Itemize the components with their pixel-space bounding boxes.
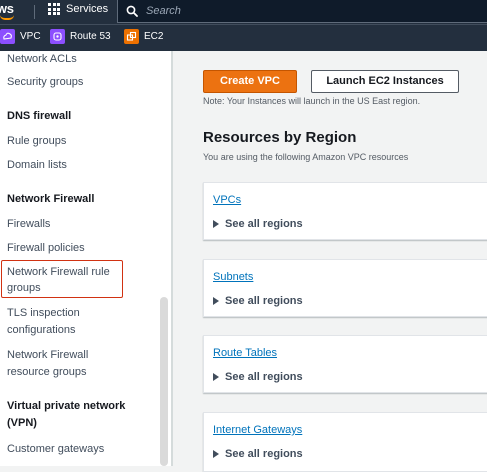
sidebar-section-vpn: Virtual private network (VPN) xyxy=(7,400,126,429)
sidebar-section-dns-firewall: DNS firewall xyxy=(7,110,72,122)
caret-right-icon xyxy=(213,450,219,458)
sidebar-section-network-firewall: Network Firewall xyxy=(7,193,95,205)
ec2-icon xyxy=(124,29,139,44)
favorite-label: VPC xyxy=(20,31,41,42)
search-input[interactable] xyxy=(146,5,446,17)
favorite-route53[interactable]: Route 53 xyxy=(50,29,111,44)
favorites-bar: VPC Route 53 EC2 xyxy=(0,24,487,51)
route-tables-link[interactable]: Route Tables xyxy=(213,347,277,359)
sidebar-item-tls-inspection-configurations[interactable]: TLS inspection configurations xyxy=(7,305,127,339)
aws-logo[interactable]: aws xyxy=(0,1,14,20)
see-all-regions-label: See all regions xyxy=(225,371,303,383)
services-menu-button[interactable]: Services xyxy=(48,3,108,15)
internet-gateways-link[interactable]: Internet Gateways xyxy=(213,424,302,436)
favorite-label: Route 53 xyxy=(70,31,111,42)
resource-card-subnets: Subnets See all regions xyxy=(203,259,487,317)
favorite-ec2[interactable]: EC2 xyxy=(124,29,163,44)
vpc-sidebar-navigation: Network ACLs Security groups DNS firewal… xyxy=(0,51,172,466)
see-all-regions-toggle[interactable]: See all regions xyxy=(213,218,303,230)
sidebar-item-security-groups[interactable]: Security groups xyxy=(7,74,83,91)
sidebar-item-network-acls[interactable]: Network ACLs xyxy=(7,51,77,68)
search-icon xyxy=(126,5,138,17)
caret-right-icon xyxy=(213,297,219,305)
region-note: Note: Your Instances will launch in the … xyxy=(203,96,421,106)
aws-smile-icon xyxy=(0,15,14,20)
sidebar-item-network-firewall-resource-groups[interactable]: Network Firewall resource groups xyxy=(7,347,127,381)
caret-right-icon xyxy=(213,373,219,381)
nav-divider xyxy=(34,5,35,19)
sidebar-scrollbar[interactable] xyxy=(160,297,168,466)
top-navigation-bar: aws Services xyxy=(0,0,487,24)
vpcs-link[interactable]: VPCs xyxy=(213,194,241,206)
sidebar-item-domain-lists[interactable]: Domain lists xyxy=(7,157,67,174)
see-all-regions-toggle[interactable]: See all regions xyxy=(213,448,303,460)
subnets-link[interactable]: Subnets xyxy=(213,271,253,283)
aws-logo-text: aws xyxy=(0,1,14,16)
see-all-regions-toggle[interactable]: See all regions xyxy=(213,371,303,383)
sidebar-item-rule-groups[interactable]: Rule groups xyxy=(7,133,66,150)
favorite-label: EC2 xyxy=(144,31,164,42)
vpc-dashboard-main: Create VPC Launch EC2 Instances Note: Yo… xyxy=(173,51,487,472)
route53-icon xyxy=(50,29,65,44)
see-all-regions-label: See all regions xyxy=(225,218,303,230)
resource-card-vpcs: VPCs See all regions xyxy=(203,182,487,240)
caret-right-icon xyxy=(213,220,219,228)
sidebar-item-network-firewall-rule-groups[interactable]: Network Firewall rule groups xyxy=(1,260,123,298)
resource-card-route-tables: Route Tables See all regions xyxy=(203,335,487,393)
launch-ec2-instances-button[interactable]: Launch EC2 Instances xyxy=(311,70,459,93)
sidebar-item-firewall-policies[interactable]: Firewall policies xyxy=(7,240,85,257)
see-all-regions-toggle[interactable]: See all regions xyxy=(213,295,303,307)
favorite-vpc[interactable]: VPC xyxy=(0,29,41,44)
see-all-regions-label: See all regions xyxy=(225,448,303,460)
resources-subtitle: You are using the following Amazon VPC r… xyxy=(203,152,409,162)
search-bar[interactable] xyxy=(117,0,487,23)
services-label: Services xyxy=(66,3,109,15)
grid-icon xyxy=(48,3,60,15)
create-vpc-button[interactable]: Create VPC xyxy=(203,70,297,93)
sidebar-item-firewalls[interactable]: Firewalls xyxy=(7,216,50,233)
resources-by-region-heading: Resources by Region xyxy=(203,129,357,146)
sidebar-item-customer-gateways[interactable]: Customer gateways xyxy=(7,441,104,458)
vpc-icon xyxy=(0,29,15,44)
see-all-regions-label: See all regions xyxy=(225,295,303,307)
resource-card-internet-gateways: Internet Gateways See all regions xyxy=(203,412,487,472)
